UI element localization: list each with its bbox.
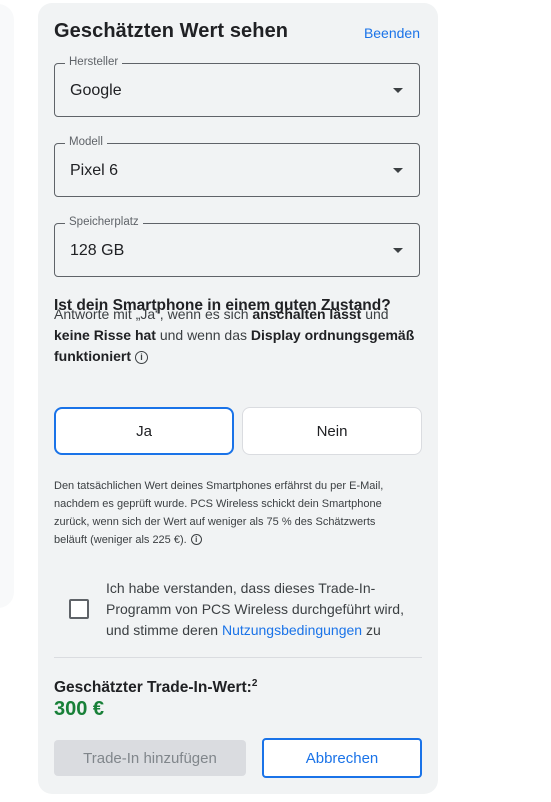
storage-label: Speicherplatz (65, 216, 143, 228)
manufacturer-label: Hersteller (65, 56, 123, 68)
estimate-value: 300 € (54, 698, 105, 720)
yes-button[interactable]: Ja (54, 407, 234, 455)
model-select[interactable]: Modell Pixel 6 (54, 136, 420, 197)
explain-text-2: und (361, 306, 389, 322)
manufacturer-value: Google (70, 82, 122, 99)
explain-text-1: Antworte mit „Ja“, wenn es sich (54, 306, 253, 322)
terms-link[interactable]: Nutzungsbedingungen (222, 622, 362, 638)
estimate-label-text: Geschätzter Trade-In-Wert: (54, 679, 252, 697)
dropdown-arrow-icon (393, 88, 403, 93)
explain-bold-2: keine Risse hat (54, 327, 156, 343)
explain-bold-1: anschalten lässt (252, 306, 362, 322)
end-link[interactable]: Beenden (364, 25, 420, 41)
model-label: Modell (65, 136, 107, 148)
divider (54, 657, 422, 658)
model-value: Pixel 6 (70, 162, 119, 179)
condition-explanation: Antworte mit „Ja“, wenn es sich anschalt… (54, 304, 424, 367)
consent-text-after: zu (362, 622, 381, 638)
storage-select[interactable]: Speicherplatz 128 GB (54, 216, 420, 277)
consent-text: Ich habe verstanden, dass dieses Trade-I… (106, 578, 416, 641)
estimate-label: Geschätzter Trade-In-Wert:2 (54, 678, 257, 697)
value-note-text: Den tatsächlichen Wert deines Smartphone… (54, 480, 384, 546)
cancel-button[interactable]: Abbrechen (262, 738, 422, 778)
value-note: Den tatsächlichen Wert deines Smartphone… (54, 477, 409, 549)
manufacturer-select[interactable]: Hersteller Google (54, 56, 420, 117)
dropdown-arrow-icon (393, 248, 403, 253)
consent-checkbox[interactable] (69, 599, 89, 619)
storage-value: 128 GB (70, 242, 125, 259)
info-icon[interactable]: i (190, 534, 202, 545)
trade-in-card: Geschätzten Wert sehen Beenden Herstelle… (38, 3, 438, 794)
info-icon[interactable]: i (135, 351, 148, 364)
no-button[interactable]: Nein (242, 407, 422, 455)
left-panel (0, 4, 14, 608)
add-trade-in-button[interactable]: Trade-In hinzufügen (54, 740, 246, 776)
dropdown-arrow-icon (393, 168, 403, 173)
estimate-footnote: 2 (251, 678, 258, 689)
page-title: Geschätzten Wert sehen (54, 20, 289, 42)
explain-text-3: und wenn das (155, 327, 251, 343)
